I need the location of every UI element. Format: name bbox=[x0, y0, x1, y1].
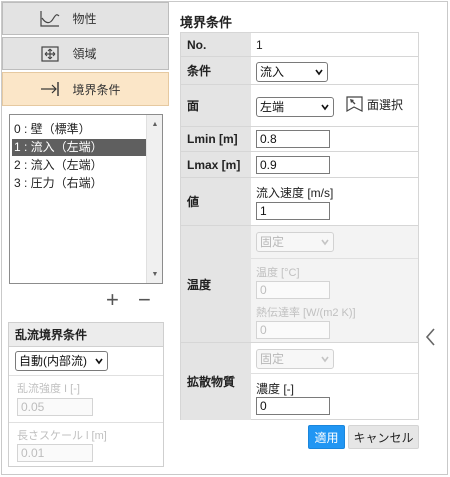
concentration-label: 濃度 [-] bbox=[256, 382, 294, 396]
boundary-listbox[interactable]: 0 : 壁（標準） 1 : 流入（左端） 2 : 流入（左端） 3 : 圧力（右… bbox=[9, 114, 163, 284]
diffusion-mode-select[interactable]: 固定 bbox=[256, 349, 334, 369]
list-item[interactable]: 2 : 流入（左端） bbox=[12, 157, 148, 174]
temperature-input[interactable]: 0 bbox=[256, 281, 330, 299]
turbulence-intensity-label: 乱流強度 I [-] bbox=[17, 383, 80, 395]
temperature-cell: 固定 温度 [°C] 0 熱伝達率 [W/(m2 K)] 0 bbox=[251, 226, 418, 342]
divider bbox=[251, 258, 418, 259]
chevron-down-icon bbox=[321, 104, 329, 111]
condition-label: 条件 bbox=[181, 57, 251, 84]
list-scrollbar[interactable]: ▲ ▼ bbox=[146, 115, 162, 283]
temperature-field-label: 温度 [°C] bbox=[256, 267, 300, 279]
row-lmax: Lmax [m] 0.9 bbox=[181, 152, 418, 178]
face-select-label: 面選択 bbox=[367, 97, 404, 112]
row-diffusion: 拡散物質 固定 濃度 [-] 0 bbox=[181, 343, 418, 420]
apply-button[interactable]: 適用 bbox=[308, 425, 345, 449]
lmax-label: Lmax [m] bbox=[181, 152, 251, 177]
list-item[interactable]: 3 : 圧力（右端） bbox=[12, 175, 148, 192]
heat-transfer-input[interactable]: 0 bbox=[256, 321, 330, 339]
face-pick-icon bbox=[346, 96, 363, 113]
condition-select[interactable]: 流入 bbox=[256, 62, 328, 82]
lmin-input[interactable]: 0.8 bbox=[256, 130, 330, 148]
diffusion-label: 拡散物質 bbox=[181, 343, 251, 420]
add-boundary-button[interactable]: + bbox=[106, 289, 119, 311]
face-label: 面 bbox=[181, 85, 251, 126]
scroll-down-icon[interactable]: ▼ bbox=[147, 267, 163, 281]
lmax-cell: 0.9 bbox=[251, 152, 418, 177]
length-scale-field[interactable]: 0.01 bbox=[17, 444, 93, 462]
lmin-cell: 0.8 bbox=[251, 127, 418, 151]
nav-boundary-label: 境界条件 bbox=[72, 82, 121, 97]
turbulence-mode-select[interactable]: 自動(内部流) bbox=[15, 351, 108, 371]
nav-domain-label: 領域 bbox=[72, 47, 97, 61]
inflow-velocity-input[interactable]: 1 bbox=[256, 202, 330, 220]
divider bbox=[251, 373, 418, 374]
divider bbox=[9, 422, 163, 423]
turbulence-section: 乱流境界条件 自動(内部流) 乱流強度 I [-] 0.05 長さスケール l … bbox=[8, 322, 164, 467]
length-scale-label: 長さスケール l [m] bbox=[17, 430, 107, 442]
inflow-velocity-label: 流入速度 [m/s] bbox=[256, 186, 334, 200]
row-temperature: 温度 固定 温度 [°C] 0 熱伝達率 [W/(m2 K)] 0 bbox=[181, 226, 418, 343]
chevron-down-icon bbox=[321, 239, 329, 246]
value-cell: 流入速度 [m/s] 1 bbox=[251, 178, 418, 225]
row-face: 面 左端 面選択 bbox=[181, 85, 418, 127]
page-title: 境界条件 bbox=[180, 15, 233, 30]
condition-cell: 流入 bbox=[251, 57, 418, 84]
temperature-mode-select[interactable]: 固定 bbox=[256, 232, 334, 252]
temperature-label: 温度 bbox=[181, 226, 251, 342]
concentration-input[interactable]: 0 bbox=[256, 397, 330, 415]
boundary-arrow-icon bbox=[40, 82, 59, 96]
left-panel: 物性 領域 境界条件 0 : 壁（標準） 1 : 流入（左端） 2 : 流入（左… bbox=[2, 2, 169, 472]
diffusion-mode-value: 固定 bbox=[260, 352, 285, 366]
list-item[interactable]: 0 : 壁（標準） bbox=[12, 121, 148, 138]
face-cell: 左端 面選択 bbox=[251, 85, 418, 126]
turbulence-title: 乱流境界条件 bbox=[9, 323, 163, 347]
chevron-down-icon bbox=[95, 358, 103, 365]
lmin-label: Lmin [m] bbox=[181, 127, 251, 151]
nav-properties-label: 物性 bbox=[72, 12, 97, 26]
value-label: 値 bbox=[181, 178, 251, 225]
row-condition: 条件 流入 bbox=[181, 57, 418, 85]
list-item-selected[interactable]: 1 : 流入（左端） bbox=[12, 139, 148, 156]
nav-domain[interactable]: 領域 bbox=[2, 37, 169, 70]
chevron-down-icon bbox=[321, 356, 329, 363]
face-select[interactable]: 左端 bbox=[256, 97, 334, 117]
nav-boundary-conditions[interactable]: 境界条件 bbox=[2, 72, 169, 106]
cancel-button[interactable]: キャンセル bbox=[348, 425, 419, 449]
boundary-form-table: No. 1 条件 流入 面 左端 面選択 Lmin [m] 0.8 Lmax [… bbox=[180, 32, 419, 420]
lmax-input[interactable]: 0.9 bbox=[256, 156, 330, 174]
face-value: 左端 bbox=[260, 100, 285, 114]
turbulence-mode-value: 自動(内部流) bbox=[19, 354, 87, 368]
chevron-down-icon bbox=[315, 69, 323, 76]
no-value: 1 bbox=[256, 38, 263, 52]
row-value: 値 流入速度 [m/s] 1 bbox=[181, 178, 418, 226]
face-select-button[interactable]: 面選択 bbox=[345, 94, 403, 114]
heat-transfer-label: 熱伝達率 [W/(m2 K)] bbox=[256, 307, 356, 319]
divider bbox=[9, 375, 163, 376]
row-no: No. 1 bbox=[181, 33, 418, 57]
temperature-mode-value: 固定 bbox=[260, 235, 285, 249]
nav-properties[interactable]: 物性 bbox=[2, 2, 169, 35]
domain-icon bbox=[40, 45, 59, 62]
condition-value: 流入 bbox=[260, 65, 285, 79]
scroll-up-icon[interactable]: ▲ bbox=[147, 117, 163, 131]
no-cell: 1 bbox=[251, 33, 418, 56]
collapse-panel-icon[interactable] bbox=[424, 326, 438, 348]
turbulence-intensity-field[interactable]: 0.05 bbox=[17, 398, 93, 416]
remove-boundary-button[interactable]: − bbox=[138, 289, 151, 311]
diffusion-cell: 固定 濃度 [-] 0 bbox=[251, 343, 418, 420]
graph-icon bbox=[39, 10, 59, 27]
no-label: No. bbox=[181, 33, 251, 56]
row-lmin: Lmin [m] 0.8 bbox=[181, 127, 418, 152]
